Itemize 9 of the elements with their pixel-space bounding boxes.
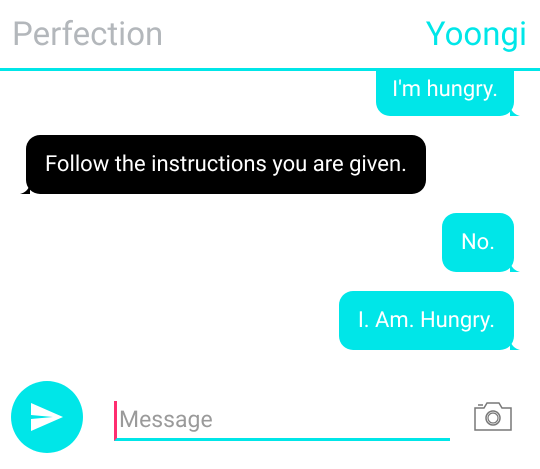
camera-icon[interactable] <box>474 401 512 431</box>
app-title: Perfection <box>12 14 164 54</box>
message-bubble: I. Am. Hungry. <box>338 291 514 350</box>
message-bubble: Follow the instructions you are given. <box>26 135 426 194</box>
message-bubble: No. <box>442 213 514 272</box>
message-bubble: I'm hungry. <box>376 71 514 116</box>
contact-name: Yoongi <box>426 14 527 54</box>
send-icon <box>31 403 63 431</box>
message-input[interactable]: Message <box>114 401 450 441</box>
